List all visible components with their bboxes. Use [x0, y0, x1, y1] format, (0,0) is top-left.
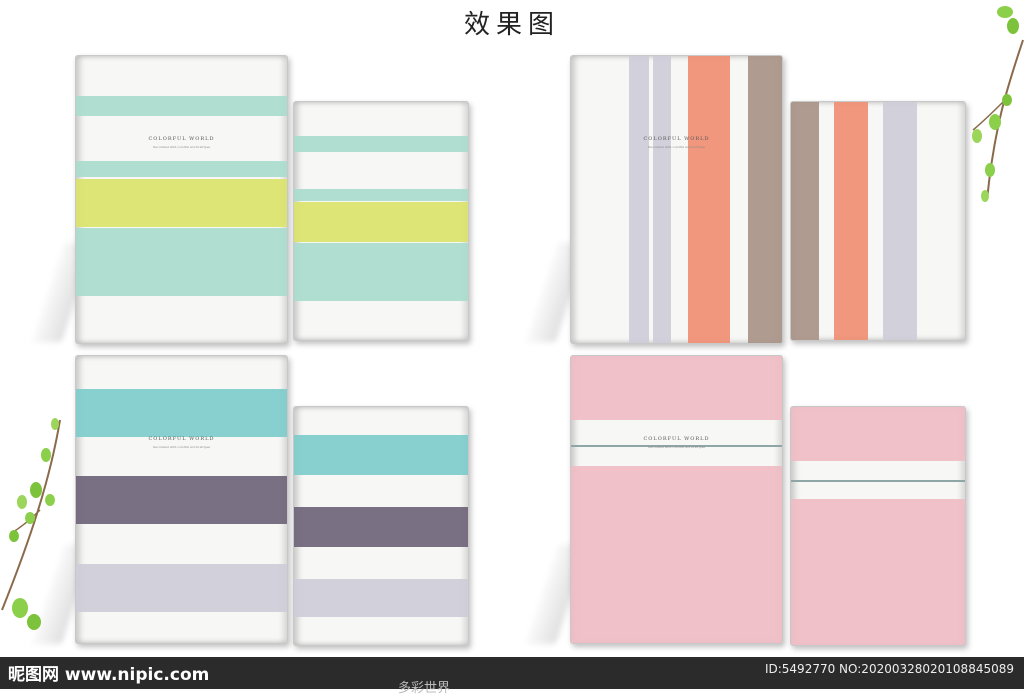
stripe [791, 102, 819, 340]
stripe [76, 476, 287, 524]
stripe [76, 389, 287, 437]
stripe [76, 564, 287, 612]
cover-subtitle: Decorated with colorful world stripes [152, 445, 211, 449]
cover-text: COLORFUL WORLD Decorated with colorful w… [571, 136, 782, 149]
cover-title: COLORFUL WORLD [148, 436, 215, 442]
stripe [294, 136, 468, 152]
stripe [76, 179, 287, 227]
watermark-bar: 昵图网 www.nipic.com ID:5492770 NO:20200328… [0, 657, 1024, 696]
notebook-cover-small-teal-plum [293, 406, 469, 646]
stripe [791, 407, 965, 461]
stripe [76, 228, 287, 296]
stripe [294, 435, 468, 475]
notebook-cover-large-teal-plum: COLORFUL WORLD Decorated with colorful w… [75, 355, 288, 644]
image-id: ID:5492770 NO:20200328020108845089 [764, 662, 1014, 676]
site-logo: 昵图网 www.nipic.com [8, 665, 210, 685]
stripe [294, 507, 468, 547]
stripe [571, 356, 782, 420]
stripe [791, 499, 965, 645]
cover-text: COLORFUL WORLD Decorated with colorful w… [76, 136, 287, 149]
cover-subtitle: Decorated with colorful world stripes [647, 145, 706, 149]
notebook-cover-large-vertical: COLORFUL WORLD Decorated with colorful w… [570, 55, 783, 344]
notebook-cover-small-mint-lime [293, 101, 469, 341]
stripe [294, 243, 468, 301]
cover-title: COLORFUL WORLD [643, 436, 710, 442]
stripe [748, 56, 782, 343]
stripe [294, 579, 468, 617]
stripe [883, 102, 917, 340]
branch-decoration-top-right [972, 6, 1024, 202]
stripe [76, 161, 287, 177]
stripe [653, 56, 671, 343]
cover-title: COLORFUL WORLD [643, 136, 710, 142]
cover-subtitle: Decorated with colorful world stripes [647, 445, 706, 449]
stripe [294, 202, 468, 242]
stripe [629, 56, 649, 343]
caption: 多彩世界 [398, 681, 451, 696]
thin-line [791, 480, 965, 482]
notebook-cover-large-mint-lime: COLORFUL WORLD Decorated with colorful w… [75, 55, 288, 344]
cover-subtitle: Decorated with colorful world stripes [152, 145, 211, 149]
stripe [571, 466, 782, 643]
cover-title: COLORFUL WORLD [148, 136, 215, 142]
notebook-cover-small-vertical [790, 101, 966, 341]
stripe [834, 102, 868, 340]
page-title: 效果图 [463, 10, 560, 40]
cover-text: COLORFUL WORLD Decorated with colorful w… [76, 436, 287, 449]
stripe [294, 189, 468, 201]
notebook-cover-small-pink [790, 406, 966, 646]
stripe [76, 96, 287, 116]
branch-decoration-bottom-left [1, 418, 61, 630]
notebook-cover-large-pink: COLORFUL WORLD Decorated with colorful w… [570, 355, 783, 644]
cover-text: COLORFUL WORLD Decorated with colorful w… [571, 436, 782, 449]
stripe [688, 56, 730, 343]
